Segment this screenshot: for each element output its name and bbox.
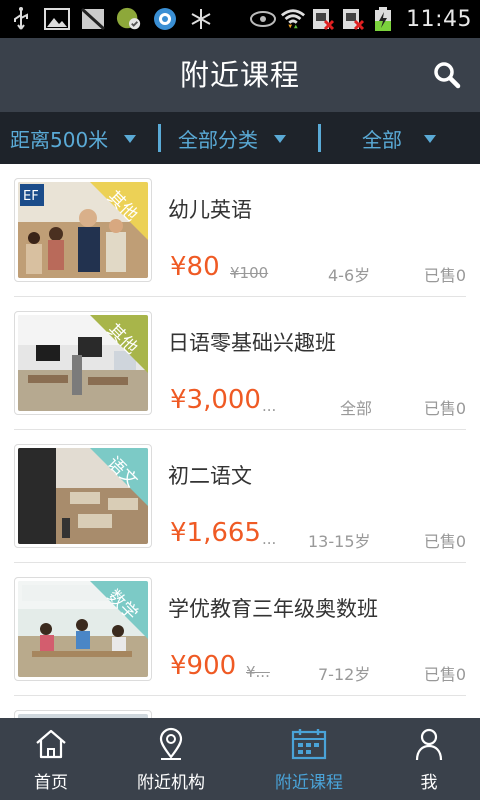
svg-text:EF: EF: [23, 189, 39, 204]
category-filter-label: 全部分类: [178, 127, 258, 152]
page-title: 附近课程: [179, 58, 300, 92]
course-name: 日语零基础兴趣班: [168, 331, 336, 355]
course-price: ¥1,665: [170, 518, 261, 548]
course-thumbnail: [14, 710, 152, 718]
sold-count: 已售0: [423, 266, 466, 285]
course-row[interactable]: 数学 学优教育三年级奥数班 ¥900 ¥... 7-12岁 已售0: [0, 563, 480, 696]
distance-filter-label: 距离500米: [10, 127, 109, 152]
tab-label: 首页: [34, 773, 68, 793]
course-name: 学优教育三年级奥数班: [168, 597, 378, 621]
bottom-navigation: 首页 附近机构 附近课程 我: [0, 718, 480, 800]
age-range: 7-12岁: [318, 665, 371, 684]
course-row[interactable]: 语文 初二语文 ¥1,665 ... 13-15岁 已售0: [0, 430, 480, 563]
app-header: 附近课程: [0, 38, 480, 112]
filter-divider: [318, 124, 321, 152]
distance-filter[interactable]: 距离500米: [10, 112, 137, 164]
course-row[interactable]: [0, 696, 480, 718]
app-icon: [116, 7, 142, 31]
image-icon: [44, 7, 70, 31]
wifi-icon: [280, 7, 306, 31]
course-photo: 语文: [18, 448, 148, 544]
clock: 11:45: [406, 6, 472, 32]
course-price: ¥900: [170, 651, 237, 681]
status-icons-left: [8, 4, 214, 34]
search-button[interactable]: [430, 58, 464, 92]
sold-count: 已售0: [423, 399, 466, 418]
status-icons-right: 11:45: [250, 4, 472, 34]
dropdown-arrow-icon: [424, 135, 436, 143]
user-icon: [411, 726, 447, 762]
dropdown-arrow-icon: [124, 135, 137, 143]
tab-home[interactable]: 首页: [0, 718, 111, 800]
battery-charging-icon: [370, 7, 396, 31]
course-thumbnail: 其他: [14, 311, 152, 415]
tab-label: 附近机构: [137, 773, 205, 793]
sim-x-icon: [310, 7, 336, 31]
original-price: ¥...: [246, 663, 270, 681]
course-thumbnail: 语文: [14, 444, 152, 548]
usb-icon: [8, 7, 34, 31]
search-icon: [434, 62, 461, 89]
course-photo: 其他: [18, 315, 148, 411]
course-row[interactable]: EF 其他 幼儿英语 ¥80 ¥100 4-6岁 已售0: [0, 164, 480, 297]
course-name: 初二语文: [168, 464, 252, 488]
tab-me[interactable]: 我: [369, 718, 480, 800]
course-list[interactable]: EF 其他 幼儿英语 ¥80 ¥100 4-6岁 已售0 其他 日语零基础兴趣班…: [0, 164, 480, 718]
home-icon: [33, 726, 69, 762]
tab-nearby-courses[interactable]: 附近课程: [249, 718, 369, 800]
course-photo: 数学: [18, 581, 148, 677]
course-row[interactable]: 其他 日语零基础兴趣班 ¥3,000 ... 全部 已售0: [0, 297, 480, 430]
age-range: 全部: [340, 399, 373, 418]
category-filter[interactable]: 全部分类: [178, 112, 286, 164]
tab-label: 我: [420, 773, 438, 793]
course-price: ¥80: [170, 252, 220, 282]
original-price: ...: [262, 397, 277, 415]
location-pin-icon: [153, 726, 189, 762]
original-price: ...: [262, 530, 277, 548]
age-range: 4-6岁: [328, 266, 371, 285]
calendar-icon: [291, 726, 327, 762]
course-thumbnail: 数学: [14, 577, 152, 681]
age-range: 13-15岁: [308, 532, 371, 551]
original-price: ¥100: [230, 264, 269, 282]
course-thumbnail: EF 其他: [14, 178, 152, 282]
tab-label: 附近课程: [275, 773, 343, 793]
status-bar: 11:45: [0, 0, 480, 38]
all-filter[interactable]: 全部: [362, 112, 436, 164]
dropdown-arrow-icon: [274, 135, 286, 143]
sold-count: 已售0: [423, 665, 466, 684]
sim-x-icon: [340, 7, 366, 31]
course-price: ¥3,000: [170, 385, 261, 415]
filter-divider: [158, 124, 161, 152]
tab-nearby-institutions[interactable]: 附近机构: [111, 718, 231, 800]
sold-count: 已售0: [423, 532, 466, 551]
eye-icon: [250, 7, 277, 31]
all-filter-label: 全部: [362, 127, 402, 152]
course-name: 幼儿英语: [168, 198, 252, 222]
browser-icon: [152, 7, 178, 31]
filter-bar: 距离500米 全部分类 全部: [0, 112, 480, 164]
no-sim-icon: [80, 7, 106, 31]
snowflake-icon: [188, 7, 214, 31]
course-photo: EF 其他: [18, 182, 148, 278]
